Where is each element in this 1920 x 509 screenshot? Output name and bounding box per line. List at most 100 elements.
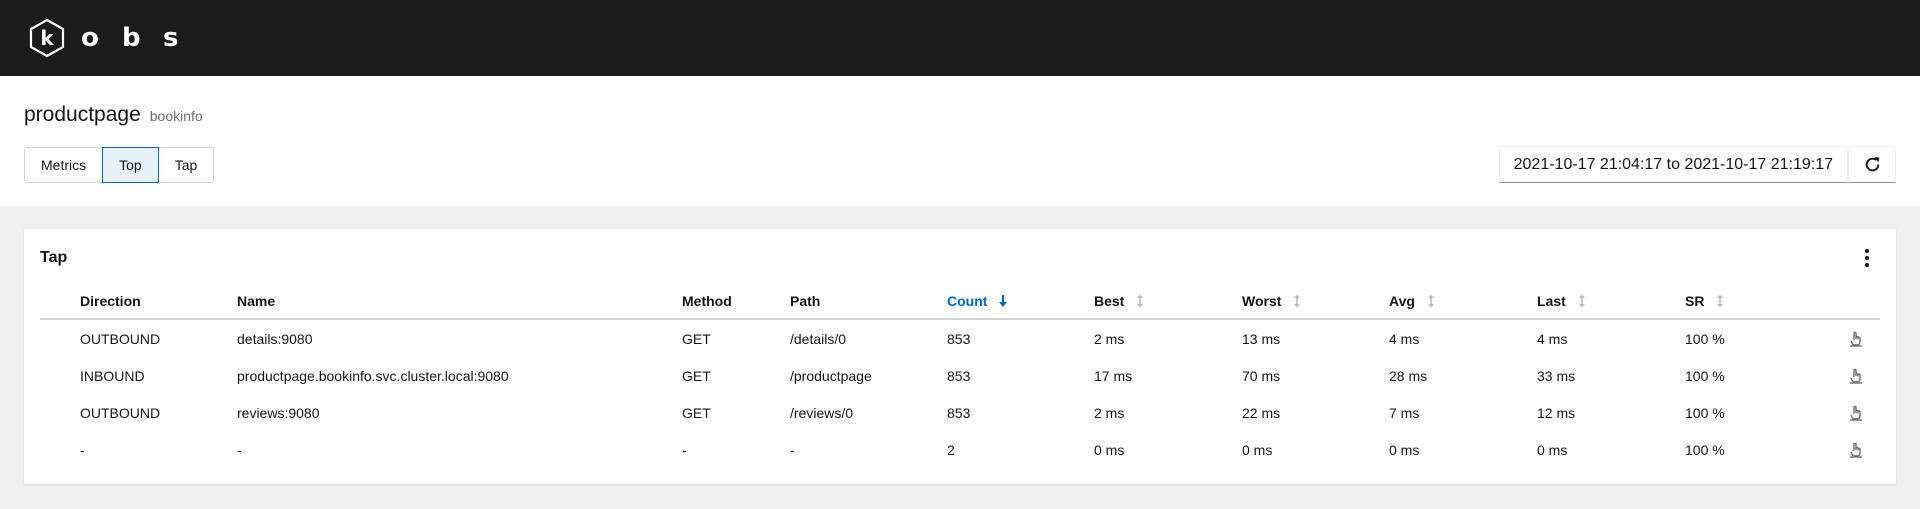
cell-avg: 4 ms <box>1389 330 1420 347</box>
logo-letter: s <box>163 23 179 53</box>
column-header-last-label: Last <box>1537 293 1566 309</box>
table-row: OUTBOUND reviews:9080 GET /reviews/0 853… <box>40 394 1880 431</box>
tap-card: Tap Direction Name Method Path Count Bes… <box>24 229 1896 484</box>
cell-last: 12 ms <box>1537 404 1576 421</box>
kebab-menu-button[interactable] <box>1860 247 1874 269</box>
table-header-row: Direction Name Method Path Count Best Wo… <box>40 284 1880 320</box>
cell-path: /productpage <box>790 367 872 384</box>
cell-path: /reviews/0 <box>790 404 854 421</box>
column-header-avg-label: Avg <box>1389 293 1415 309</box>
cell-sr: 100 % <box>1685 404 1725 421</box>
view-toggle-group: Metrics Top Tap <box>24 147 215 183</box>
logo-letter: b <box>122 23 141 53</box>
cell-avg: 7 ms <box>1389 404 1420 421</box>
column-header-worst[interactable]: Worst <box>1242 293 1389 309</box>
cell-path: - <box>790 441 795 458</box>
column-header-count-label: Count <box>947 293 988 309</box>
tab-metrics[interactable]: Metrics <box>24 147 104 183</box>
cell-last: 0 ms <box>1537 441 1568 458</box>
masthead: k o b s <box>0 0 1920 76</box>
page-header: productpage bookinfo Metrics Top Tap 202… <box>0 76 1920 206</box>
column-header-last[interactable]: Last <box>1537 293 1685 309</box>
cell-count: 853 <box>947 404 971 421</box>
cell-worst: 22 ms <box>1242 404 1281 421</box>
tap-hand-icon <box>1850 331 1862 347</box>
cell-path: /details/0 <box>790 330 847 347</box>
tap-hand-icon <box>1850 442 1862 458</box>
cell-worst: 13 ms <box>1242 330 1281 347</box>
kobs-logo-icon: k <box>29 18 65 58</box>
cell-method: GET <box>682 367 711 384</box>
cell-direction: INBOUND <box>80 367 145 384</box>
refresh-button[interactable] <box>1848 146 1896 183</box>
cell-count: 2 <box>947 441 955 458</box>
page-subtitle: bookinfo <box>149 108 203 124</box>
tab-tap[interactable]: Tap <box>157 147 215 183</box>
sort-down-arrow-icon <box>999 295 1008 307</box>
tap-action-button[interactable] <box>1832 405 1880 421</box>
cell-sr: 100 % <box>1685 330 1725 347</box>
cell-method: - <box>682 441 687 458</box>
cell-worst: 70 ms <box>1242 367 1281 384</box>
column-header-sr-label: SR <box>1685 293 1705 309</box>
time-range-button[interactable]: 2021-10-17 21:04:17 to 2021-10-17 21:19:… <box>1498 146 1848 183</box>
tap-action-button[interactable] <box>1832 368 1880 384</box>
sort-updown-icon <box>1294 294 1301 308</box>
cell-best: 2 ms <box>1094 330 1125 347</box>
column-header-direction: Direction <box>80 293 141 309</box>
cell-direction: - <box>80 441 85 458</box>
cell-avg: 0 ms <box>1389 441 1420 458</box>
column-header-sr[interactable]: SR <box>1685 293 1832 309</box>
cell-name: productpage.bookinfo.svc.cluster.local:9… <box>237 367 509 384</box>
column-header-name: Name <box>237 293 276 309</box>
cell-best: 17 ms <box>1094 367 1133 384</box>
column-header-best-label: Best <box>1094 293 1125 309</box>
table-row: OUTBOUND details:9080 GET /details/0 853… <box>40 320 1880 357</box>
cell-count: 853 <box>947 367 971 384</box>
cell-method: GET <box>682 404 711 421</box>
time-range-picker: 2021-10-17 21:04:17 to 2021-10-17 21:19:… <box>1498 146 1896 183</box>
cell-method: GET <box>682 330 711 347</box>
column-header-method: Method <box>682 293 732 309</box>
title-row: productpage bookinfo <box>24 103 203 127</box>
logo-letter: o <box>81 23 99 53</box>
cell-best: 2 ms <box>1094 404 1125 421</box>
tab-top[interactable]: Top <box>102 147 159 183</box>
column-header-worst-label: Worst <box>1242 293 1282 309</box>
cell-name: - <box>237 441 242 458</box>
kebab-dot <box>1865 249 1869 253</box>
cell-direction: OUTBOUND <box>80 330 161 347</box>
sort-updown-icon <box>1137 294 1144 308</box>
sort-updown-icon <box>1578 294 1585 308</box>
cell-count: 853 <box>947 330 971 347</box>
table-row: INBOUND productpage.bookinfo.svc.cluster… <box>40 357 1880 394</box>
cell-sr: 100 % <box>1685 441 1725 458</box>
kobs-logo[interactable]: k o b s <box>28 18 204 58</box>
kebab-dot <box>1865 263 1869 267</box>
cell-last: 33 ms <box>1537 367 1576 384</box>
sort-updown-icon <box>1427 294 1434 308</box>
card-title: Tap <box>40 249 68 266</box>
column-header-avg[interactable]: Avg <box>1389 293 1537 309</box>
tap-action-button[interactable] <box>1832 331 1880 347</box>
sort-updown-icon <box>1717 294 1724 308</box>
tap-hand-icon <box>1850 368 1862 384</box>
table-row: - - - - 2 0 ms 0 ms 0 ms 0 ms 100 % <box>40 431 1880 468</box>
cell-last: 4 ms <box>1537 330 1568 347</box>
refresh-icon <box>1865 157 1879 172</box>
cell-avg: 28 ms <box>1389 367 1428 384</box>
cell-name: details:9080 <box>237 330 313 347</box>
column-header-best[interactable]: Best <box>1094 293 1242 309</box>
tap-action-button[interactable] <box>1832 442 1880 458</box>
column-header-count[interactable]: Count <box>947 293 1094 309</box>
kebab-dot <box>1865 256 1869 260</box>
page-title: productpage <box>24 103 141 126</box>
tap-hand-icon <box>1850 405 1862 421</box>
top-table: Direction Name Method Path Count Best Wo… <box>40 284 1880 468</box>
svg-text:k: k <box>40 26 54 50</box>
column-header-path: Path <box>790 293 821 309</box>
cell-name: reviews:9080 <box>237 404 320 421</box>
cell-direction: OUTBOUND <box>80 404 161 421</box>
cell-sr: 100 % <box>1685 367 1725 384</box>
logo-wordmark: o b s <box>81 23 204 53</box>
